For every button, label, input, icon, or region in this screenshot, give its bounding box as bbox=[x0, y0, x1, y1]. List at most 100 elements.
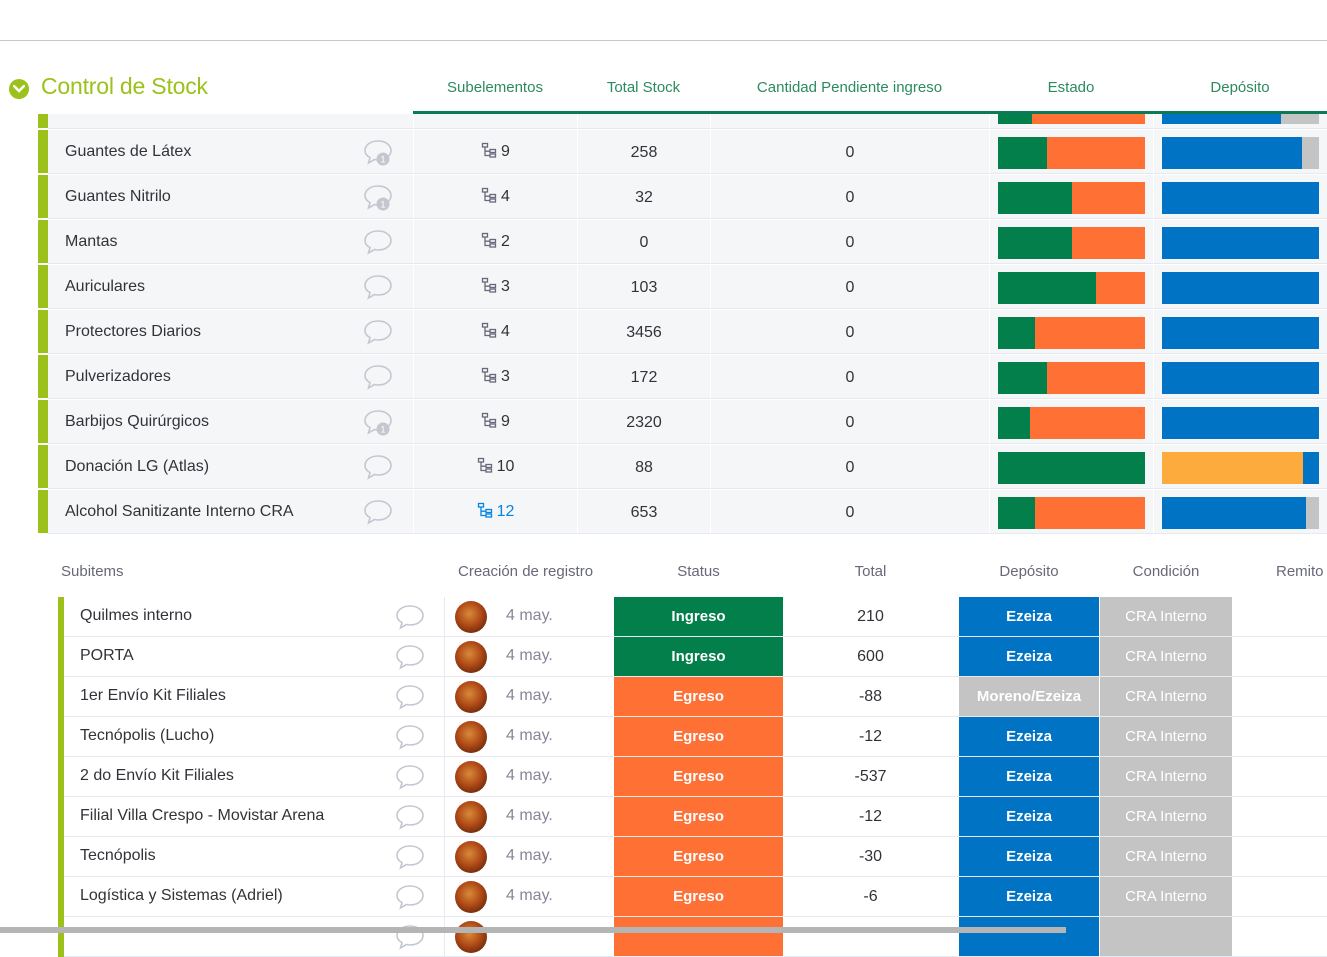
deposito-battery-cell[interactable] bbox=[1153, 490, 1327, 534]
subitem-total[interactable]: 210 bbox=[783, 597, 958, 636]
item-name[interactable]: Guantes de Látex bbox=[65, 143, 191, 161]
item-row[interactable]: Protectores Diarios 4 3456 0 bbox=[0, 310, 1327, 354]
condicion-label[interactable]: CRA Interno bbox=[1100, 797, 1232, 836]
subitems-header-status[interactable]: Status bbox=[614, 563, 783, 583]
horizontal-scrollbar[interactable] bbox=[0, 927, 1066, 933]
avatar[interactable] bbox=[455, 761, 487, 793]
deposito-label[interactable] bbox=[959, 917, 1099, 956]
subitem-name[interactable]: Quilmes interno bbox=[80, 607, 192, 625]
subitem-name[interactable]: Tecnópolis bbox=[80, 847, 156, 865]
subitem-row[interactable]: Filial Villa Crespo - Movistar Arena 4 ma… bbox=[58, 797, 1327, 837]
updates-bubble-icon[interactable]: 1 bbox=[362, 138, 394, 166]
item-name[interactable]: Protectores Diarios bbox=[65, 323, 201, 341]
subitems-header-name[interactable]: Subitems bbox=[61, 563, 124, 583]
item-row[interactable]: Barbijos Quirúrgicos 1 9 2320 0 bbox=[0, 400, 1327, 444]
deposito-battery-cell[interactable] bbox=[1153, 220, 1327, 264]
updates-bubble-icon[interactable] bbox=[394, 643, 426, 671]
deposito-battery-cell[interactable] bbox=[1153, 355, 1327, 399]
updates-bubble-icon[interactable]: 1 bbox=[362, 408, 394, 436]
item-name[interactable]: Donación LG (Atlas) bbox=[65, 458, 209, 476]
column-header-pendiente[interactable]: Cantidad Pendiente ingreso bbox=[710, 79, 989, 99]
deposito-label[interactable]: Ezeiza bbox=[959, 797, 1099, 836]
subitem-row[interactable]: Quilmes interno 4 may. Ingreso 210 Ezeiza CRA… bbox=[58, 597, 1327, 637]
item-row[interactable]: Alcohol Sanitizante Interno CRA 12 653 0 bbox=[0, 490, 1327, 534]
subitem-total[interactable]: -12 bbox=[783, 797, 958, 836]
subitems-count-cell[interactable]: 3 bbox=[413, 265, 577, 309]
subitems-count-cell[interactable]: 9 bbox=[413, 130, 577, 174]
deposito-battery-cell[interactable] bbox=[1153, 310, 1327, 354]
item-name-cell[interactable] bbox=[48, 114, 413, 129]
estado-battery-cell[interactable] bbox=[989, 114, 1153, 129]
subitem-name[interactable]: Filial Villa Crespo - Movistar Arena bbox=[80, 807, 324, 825]
subitem-row[interactable]: Logística y Sistemas (Adriel) 4 may. Egres… bbox=[58, 877, 1327, 917]
deposito-label[interactable]: Ezeiza bbox=[959, 717, 1099, 756]
condicion-label[interactable]: CRA Interno bbox=[1100, 837, 1232, 876]
status-label[interactable] bbox=[614, 917, 783, 956]
subitems-count-cell[interactable]: 3 bbox=[413, 355, 577, 399]
column-header-deposito[interactable]: Depósito bbox=[1153, 79, 1327, 99]
subitems-header-deposito[interactable]: Depósito bbox=[959, 563, 1099, 583]
subitem-row[interactable] bbox=[58, 917, 1327, 957]
subitem-total[interactable]: -6 bbox=[783, 877, 958, 916]
condicion-label[interactable]: CRA Interno bbox=[1100, 597, 1232, 636]
item-name[interactable]: Alcohol Sanitizante Interno CRA bbox=[65, 503, 294, 521]
subitem-row[interactable]: 2 do Envío Kit Filiales 4 may. Egreso -537 E… bbox=[58, 757, 1327, 797]
updates-bubble-icon[interactable] bbox=[394, 883, 426, 911]
condicion-label[interactable]: CRA Interno bbox=[1100, 637, 1232, 676]
subitem-total[interactable]: -30 bbox=[783, 837, 958, 876]
condicion-label[interactable]: CRA Interno bbox=[1100, 717, 1232, 756]
item-row[interactable]: Mantas 2 0 0 bbox=[0, 220, 1327, 264]
deposito-battery-cell[interactable] bbox=[1153, 175, 1327, 219]
deposito-label[interactable]: Moreno/Ezeiza bbox=[959, 677, 1099, 716]
deposito-battery-cell[interactable] bbox=[1153, 445, 1327, 489]
subitem-row[interactable]: 1er Envío Kit Filiales 4 may. Egreso -88 Mor… bbox=[58, 677, 1327, 717]
item-row[interactable]: Donación LG (Atlas) 10 88 0 bbox=[0, 445, 1327, 489]
subitem-total[interactable]: 600 bbox=[783, 637, 958, 676]
condicion-label[interactable]: CRA Interno bbox=[1100, 757, 1232, 796]
subitem-name[interactable]: 1er Envío Kit Filiales bbox=[80, 687, 226, 705]
estado-battery-cell[interactable] bbox=[989, 130, 1153, 174]
subitems-count-cell[interactable] bbox=[413, 114, 577, 129]
subitems-count-cell[interactable]: 4 bbox=[413, 310, 577, 354]
updates-bubble-icon[interactable] bbox=[394, 723, 426, 751]
updates-bubble-icon[interactable] bbox=[362, 273, 394, 301]
updates-bubble-icon[interactable] bbox=[362, 363, 394, 391]
estado-battery-cell[interactable] bbox=[989, 220, 1153, 264]
subitems-header-total[interactable]: Total bbox=[783, 563, 958, 583]
updates-bubble-icon[interactable]: 1 bbox=[362, 183, 394, 211]
estado-battery-cell[interactable] bbox=[989, 175, 1153, 219]
updates-bubble-icon[interactable] bbox=[394, 843, 426, 871]
subitem-total[interactable] bbox=[783, 917, 958, 956]
condicion-label[interactable]: CRA Interno bbox=[1100, 877, 1232, 916]
updates-bubble-icon[interactable] bbox=[362, 498, 394, 526]
estado-battery-cell[interactable] bbox=[989, 265, 1153, 309]
subitems-count-cell[interactable]: 2 bbox=[413, 220, 577, 264]
avatar[interactable] bbox=[455, 681, 487, 713]
deposito-battery-cell[interactable] bbox=[1153, 265, 1327, 309]
deposito-label[interactable]: Ezeiza bbox=[959, 597, 1099, 636]
deposito-battery-cell[interactable] bbox=[1153, 130, 1327, 174]
status-label[interactable]: Ingreso bbox=[614, 637, 783, 676]
collapse-group-button[interactable] bbox=[9, 79, 29, 99]
avatar[interactable] bbox=[455, 641, 487, 673]
condicion-label[interactable] bbox=[1100, 917, 1232, 956]
avatar[interactable] bbox=[455, 881, 487, 913]
subitems-count-cell[interactable]: 9 bbox=[413, 400, 577, 444]
status-label[interactable]: Egreso bbox=[614, 757, 783, 796]
estado-battery-cell[interactable] bbox=[989, 400, 1153, 444]
status-label[interactable]: Egreso bbox=[614, 677, 783, 716]
updates-bubble-icon[interactable] bbox=[362, 318, 394, 346]
subitem-name[interactable]: 2 do Envío Kit Filiales bbox=[80, 767, 234, 785]
updates-bubble-icon[interactable] bbox=[362, 114, 394, 121]
deposito-label[interactable]: Ezeiza bbox=[959, 757, 1099, 796]
column-header-estado[interactable]: Estado bbox=[989, 79, 1153, 99]
subitem-name[interactable]: PORTA bbox=[80, 647, 134, 665]
deposito-label[interactable]: Ezeiza bbox=[959, 837, 1099, 876]
status-label[interactable]: Egreso bbox=[614, 797, 783, 836]
item-name[interactable]: Mantas bbox=[65, 233, 117, 251]
subitem-row[interactable]: Tecnópolis (Lucho) 4 may. Egreso -12 Ezeiza C… bbox=[58, 717, 1327, 757]
subitems-header-remito[interactable]: Remito bbox=[1276, 563, 1324, 583]
status-label[interactable]: Egreso bbox=[614, 837, 783, 876]
updates-bubble-icon[interactable] bbox=[394, 763, 426, 791]
subitem-total[interactable]: -88 bbox=[783, 677, 958, 716]
